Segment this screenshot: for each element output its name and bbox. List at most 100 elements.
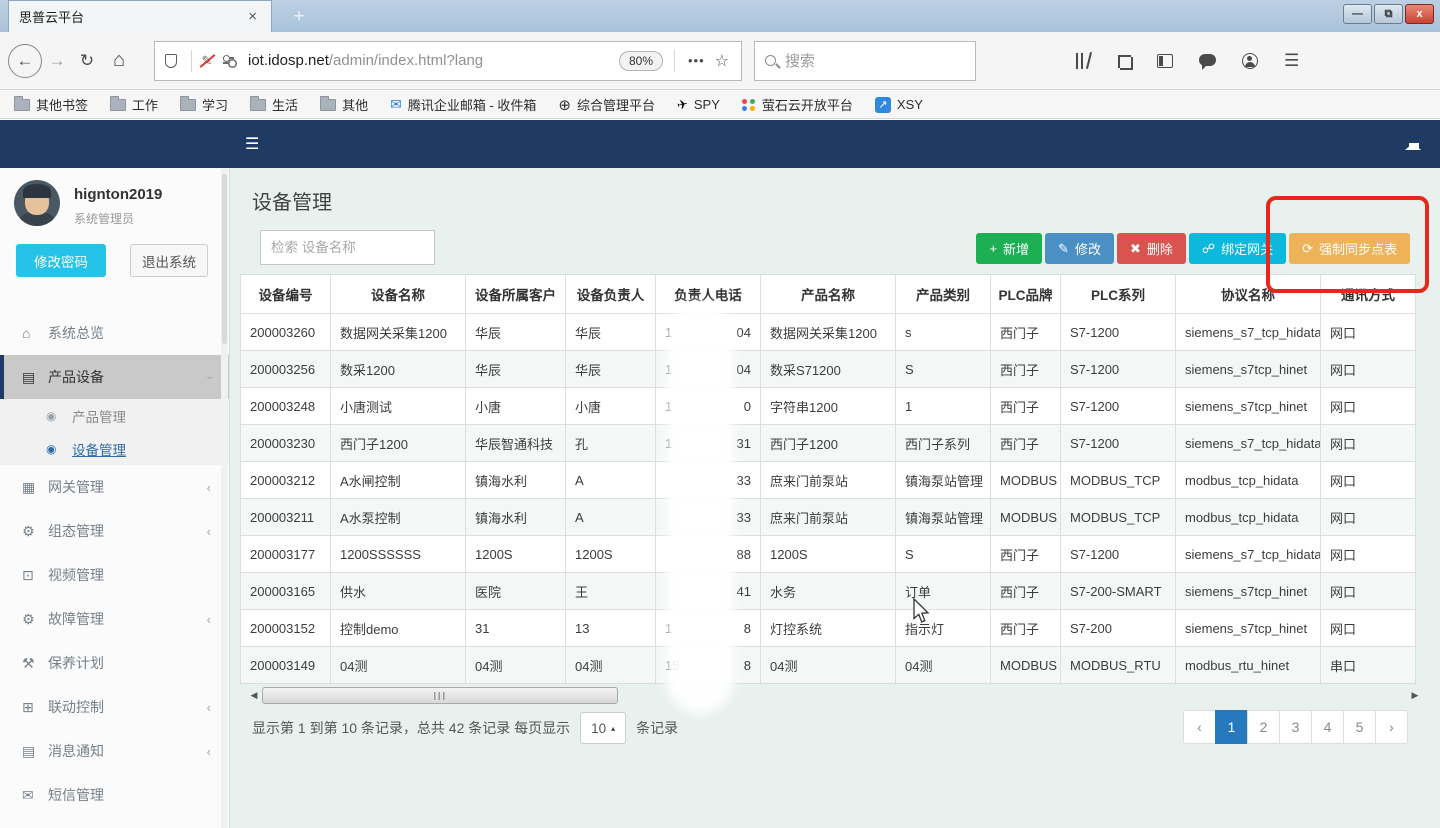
- pager-page-4[interactable]: 4: [1311, 710, 1344, 744]
- column-header: PLC品牌: [991, 275, 1061, 314]
- close-button[interactable]: x: [1405, 4, 1434, 24]
- reload-button[interactable]: ↻: [72, 51, 102, 71]
- pager-prev[interactable]: ‹: [1183, 710, 1216, 744]
- bookmark-work[interactable]: 工作: [110, 95, 158, 114]
- bookmark-xsy[interactable]: ↗XSY: [875, 97, 923, 113]
- blocked-content-icon[interactable]: ✎: [199, 53, 215, 69]
- avatar: [14, 180, 60, 226]
- pager-next[interactable]: ›: [1375, 710, 1408, 744]
- change-password-button[interactable]: 修改密码: [16, 244, 106, 277]
- main-content: 设备管理 +新增✎修改✖删除☍绑定网关⟳强制同步点表 设备编号设备名称设备所属客…: [231, 168, 1440, 828]
- mouse-cursor: [912, 598, 930, 624]
- table-cell: 网口: [1321, 573, 1416, 610]
- table-cell: 华辰: [566, 351, 656, 388]
- permissions-icon[interactable]: [223, 55, 238, 67]
- sidebar-item-message[interactable]: ▤消息通知‹: [0, 729, 229, 773]
- table-row[interactable]: 200003260数据网关采集1200华辰华辰104数据网关采集1200s西门子…: [241, 314, 1416, 351]
- browser-home-button[interactable]: ⌂: [102, 49, 136, 72]
- sidebar-item-overview[interactable]: ⌂系统总览: [0, 311, 229, 355]
- table-row[interactable]: 200003165供水医院王41水务订单西门子S7-200-SMARTsieme…: [241, 573, 1416, 610]
- table-row[interactable]: 200003212A水闸控制镇海水利A33庶来门前泵站镇海泵站管理MODBUSM…: [241, 462, 1416, 499]
- table-cell: S: [896, 351, 991, 388]
- table-row[interactable]: 20000314904测04测04测15804测04测MODBUSMODBUS_…: [241, 647, 1416, 684]
- sidebar-scrollbar[interactable]: [221, 168, 228, 828]
- device-search-input[interactable]: [260, 230, 435, 265]
- shield-icon[interactable]: [165, 54, 177, 68]
- sidebar-item-label: 组态管理: [48, 521, 104, 541]
- bookmark-study[interactable]: 学习: [180, 95, 228, 114]
- table-cell: siemens_s7_tcp_hidata: [1176, 314, 1321, 351]
- table-row[interactable]: 200003230西门子1200华辰智通科技孔131西门子1200西门子系列西门…: [241, 425, 1416, 462]
- menu-icon[interactable]: ☰: [1284, 51, 1299, 71]
- forward-button[interactable]: →: [42, 51, 72, 71]
- table-cell: S: [896, 536, 991, 573]
- back-button[interactable]: ←: [8, 44, 42, 78]
- account-icon[interactable]: [1242, 53, 1258, 69]
- sidebar-item-device-mgmt[interactable]: ◉设备管理: [0, 432, 229, 465]
- table-row[interactable]: 200003152控制demo311318灯控系统指示灯西门子S7-200sie…: [241, 610, 1416, 647]
- new-tab-button[interactable]: +: [284, 4, 314, 30]
- pager-page-1[interactable]: 1: [1215, 710, 1248, 744]
- bookmark-life[interactable]: 生活: [250, 95, 298, 114]
- sidebar-item-workshop[interactable]: ▦车间管理: [0, 817, 229, 828]
- browser-tab[interactable]: 思普云平台 ×: [8, 0, 272, 32]
- sidebar-collapse-icon[interactable]: ☰: [245, 134, 259, 154]
- bookmark-spy[interactable]: ✈SPY: [677, 97, 720, 113]
- app-home-icon[interactable]: [1405, 135, 1422, 150]
- bookmark-tencent-mail[interactable]: ✉腾讯企业邮箱 - 收件箱: [390, 95, 536, 114]
- sidebar-item-fault[interactable]: ⚙故障管理‹: [0, 597, 229, 641]
- tab-close-icon[interactable]: ×: [244, 8, 261, 25]
- sidebar-item-product-device[interactable]: ▤产品设备‹: [0, 355, 229, 399]
- bookmarks-bar: 其他书签 工作 学习 生活 其他 ✉腾讯企业邮箱 - 收件箱 ⊕综合管理平台 ✈SPY 萤石云开…: [0, 91, 1440, 119]
- library-icon[interactable]: [1076, 53, 1090, 69]
- table-cell: MODBUS_TCP: [1061, 462, 1176, 499]
- bookmark-star-icon[interactable]: ☆: [715, 51, 729, 71]
- bookmark-ys-cloud[interactable]: 萤石云开放平台: [742, 95, 853, 114]
- table-row[interactable]: 200003256数采1200华辰华辰104数采S71200S西门子S7-120…: [241, 351, 1416, 388]
- chat-icon[interactable]: [1199, 54, 1216, 66]
- sidebar-item-product-mgmt[interactable]: ◉产品管理: [0, 399, 229, 432]
- table-cell: S7-1200: [1061, 314, 1176, 351]
- sidebar-item-maintenance[interactable]: ⚒保养计划: [0, 641, 229, 685]
- minimize-button[interactable]: —: [1343, 4, 1372, 24]
- pager-page-5[interactable]: 5: [1343, 710, 1376, 744]
- pager-page-2[interactable]: 2: [1247, 710, 1280, 744]
- sidebar-toggle-icon[interactable]: [1157, 54, 1173, 68]
- table-cell: MODBUS: [991, 647, 1061, 684]
- scroll-left-icon[interactable]: ◀: [248, 689, 260, 702]
- sidebar-item-sms[interactable]: ✉短信管理: [0, 773, 229, 817]
- sidebar-item-gateway[interactable]: ▦网关管理‹: [0, 465, 229, 509]
- scrollbar-thumb[interactable]: [262, 687, 618, 704]
- table-row[interactable]: 200003211A水泵控制镇海水利A33庶来门前泵站镇海泵站管理MODBUSM…: [241, 499, 1416, 536]
- bookmark-mgmt-platform[interactable]: ⊕综合管理平台: [558, 95, 655, 114]
- bookmark-label: 生活: [272, 95, 298, 114]
- sidebar-item-linkage[interactable]: ⊞联动控制‹: [0, 685, 229, 729]
- page-size-select[interactable]: 10 ▴: [580, 712, 626, 744]
- book-icon: ▤: [22, 743, 48, 760]
- add-button[interactable]: +新增: [976, 233, 1042, 264]
- table-cell: 13: [566, 610, 656, 647]
- table-cell: 200003177: [241, 536, 331, 573]
- logout-button[interactable]: 退出系统: [130, 244, 208, 277]
- delete-button[interactable]: ✖删除: [1117, 233, 1186, 264]
- zoom-level-badge[interactable]: 80%: [619, 51, 663, 71]
- url-bar[interactable]: ✎ iot.idosp.net/admin/index.html?lang 80…: [154, 41, 742, 81]
- crop-icon[interactable]: [1116, 53, 1131, 68]
- device-table: 设备编号设备名称设备所属客户设备负责人负责人电话产品名称产品类别PLC品牌PLC…: [240, 274, 1416, 684]
- horizontal-scrollbar[interactable]: ◀ ▶: [248, 687, 1421, 704]
- sidebar-item-video[interactable]: ⊡视频管理: [0, 553, 229, 597]
- table-row[interactable]: 200003248小唐测试小唐小唐10字符串12001西门子S7-1200sie…: [241, 388, 1416, 425]
- browser-search-box[interactable]: 搜索: [754, 41, 976, 81]
- restore-button[interactable]: ⧉: [1374, 4, 1403, 24]
- table-cell: 31: [466, 610, 566, 647]
- sidebar-item-scada[interactable]: ⚙组态管理‹: [0, 509, 229, 553]
- bookmark-label: 综合管理平台: [577, 95, 655, 114]
- page-actions-icon[interactable]: •••: [688, 53, 705, 68]
- table-cell: 数据网关采集1200: [761, 314, 896, 351]
- table-row[interactable]: 2000031771200SSSSSS1200S1200S881200SS西门子…: [241, 536, 1416, 573]
- bookmark-other[interactable]: 其他书签: [14, 95, 88, 114]
- bookmark-misc[interactable]: 其他: [320, 95, 368, 114]
- scroll-right-icon[interactable]: ▶: [1409, 689, 1421, 702]
- edit-button[interactable]: ✎修改: [1045, 233, 1114, 264]
- pager-page-3[interactable]: 3: [1279, 710, 1312, 744]
